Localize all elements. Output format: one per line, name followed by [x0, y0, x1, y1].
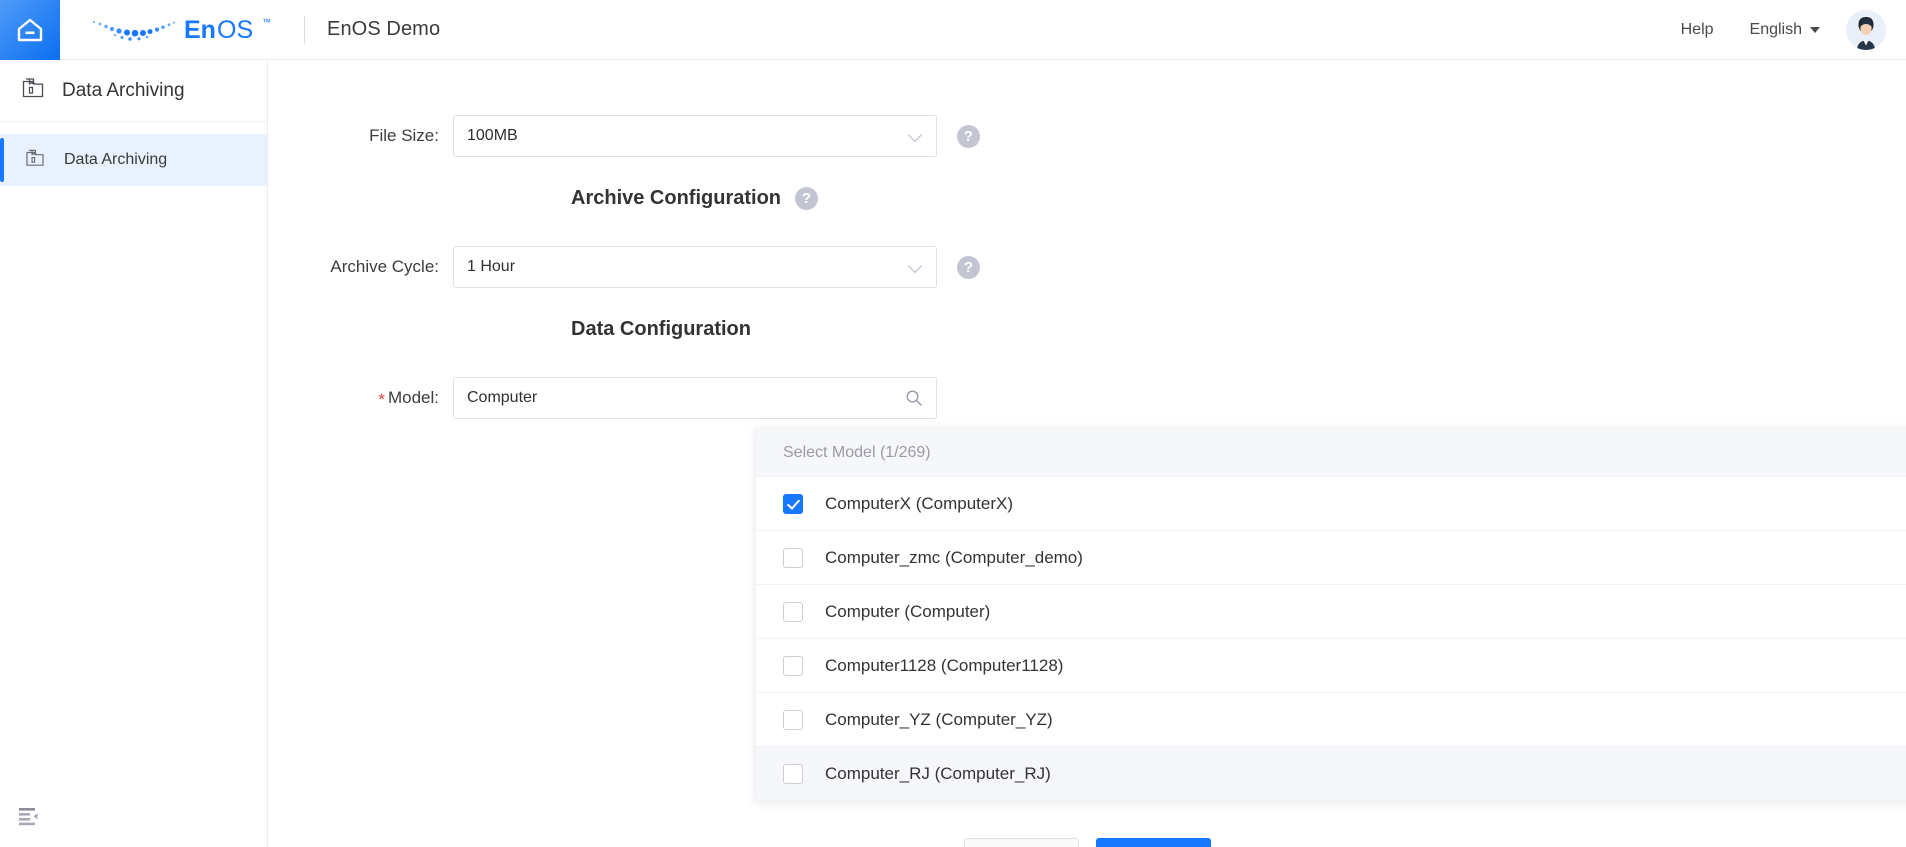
- list-item[interactable]: Computer_zmc (Computer_demo): [756, 530, 1906, 584]
- list-item-label: Computer (Computer): [825, 601, 991, 621]
- top-header: En OS ™ EnOS Demo Help English: [0, 0, 1906, 60]
- model-search-input[interactable]: Computer: [453, 377, 937, 419]
- chevron-down-icon: [1810, 26, 1820, 33]
- cancel-button[interactable]: Cancel: [963, 838, 1079, 847]
- list-item-label: Computer1128 (Computer1128): [825, 655, 1064, 675]
- dropdown-list: ComputerX (ComputerX) Computer_zmc (Comp…: [756, 476, 1906, 800]
- sidebar-header-label: Data Archiving: [62, 79, 185, 101]
- archive-cycle-row: Archive Cycle: 1 Hour ?: [268, 246, 980, 288]
- dropdown-header-label: Select Model (1/269): [756, 429, 1906, 476]
- list-item-label: ComputerX (ComputerX): [825, 493, 1014, 513]
- data-configuration-section-title: Data Configuration: [571, 318, 751, 341]
- sidebar-item-label: Data Archiving: [64, 151, 168, 168]
- model-row: * Model: Computer: [268, 377, 937, 419]
- model-dropdown-panel: Select Model (1/269) ComputerX (Computer…: [755, 428, 1906, 801]
- header-right-group: Help English: [1663, 9, 1906, 50]
- svg-text:En: En: [184, 16, 216, 44]
- help-link[interactable]: Help: [1663, 21, 1732, 39]
- archive-icon: [24, 147, 46, 174]
- file-size-value: 100MB: [467, 127, 518, 144]
- list-item[interactable]: Computer_YZ (Computer_YZ): [756, 692, 1906, 746]
- svg-text:OS: OS: [217, 16, 253, 44]
- list-item[interactable]: Computer (Computer): [756, 584, 1906, 638]
- checkbox-icon[interactable]: [783, 655, 803, 676]
- section-title-text: Archive Configuration: [571, 187, 782, 209]
- file-size-label: File Size:: [369, 126, 439, 145]
- language-selector[interactable]: English: [1732, 21, 1830, 39]
- checkbox-icon[interactable]: [783, 763, 803, 784]
- file-size-row: File Size: 100MB ?: [268, 115, 980, 157]
- checkbox-icon[interactable]: [783, 547, 803, 568]
- required-marker: *: [378, 390, 385, 409]
- archive-configuration-section-title: Archive Configuration ?: [571, 187, 819, 210]
- home-button[interactable]: [0, 0, 60, 60]
- brand-area[interactable]: En OS ™ EnOS Demo: [82, 10, 440, 50]
- search-icon: [905, 389, 923, 407]
- list-item-label: Computer_zmc (Computer_demo): [825, 547, 1083, 567]
- enos-logo-icon: En OS ™: [82, 10, 282, 50]
- model-label-text: Model:: [387, 388, 439, 407]
- list-item-label: Computer_YZ (Computer_YZ): [825, 709, 1053, 729]
- model-search-value: Computer: [467, 389, 538, 406]
- sidebar-header[interactable]: Data Archiving: [0, 60, 267, 122]
- sidebar: Data Archiving Data Archiving: [0, 60, 268, 847]
- archive-icon: [20, 75, 46, 106]
- avatar[interactable]: [1846, 9, 1886, 50]
- model-label: * Model:: [268, 388, 453, 408]
- chevron-down-icon: [909, 129, 923, 143]
- help-icon[interactable]: ?: [957, 124, 980, 148]
- chevron-down-icon: [909, 260, 923, 274]
- svg-text:™: ™: [262, 17, 271, 27]
- list-item-label: Computer_RJ (Computer_RJ): [825, 763, 1051, 783]
- header-divider: [304, 15, 305, 44]
- collapse-sidebar-icon[interactable]: [18, 806, 40, 831]
- sidebar-item-data-archiving[interactable]: Data Archiving: [0, 134, 267, 186]
- checkbox-checked-icon[interactable]: [783, 493, 803, 514]
- list-item[interactable]: Computer_RJ (Computer_RJ): [756, 746, 1906, 800]
- file-size-select[interactable]: 100MB: [453, 115, 937, 157]
- app-title: EnOS Demo: [327, 18, 441, 40]
- home-icon: [15, 16, 45, 44]
- help-icon[interactable]: ?: [795, 187, 819, 210]
- list-item[interactable]: ComputerX (ComputerX): [756, 476, 1906, 530]
- archive-cycle-select[interactable]: 1 Hour: [453, 246, 937, 288]
- checkbox-icon[interactable]: [783, 709, 803, 730]
- help-icon[interactable]: ?: [957, 255, 980, 279]
- archive-cycle-value: 1 Hour: [467, 258, 516, 275]
- language-label: English: [1749, 20, 1802, 38]
- checkbox-icon[interactable]: [783, 601, 803, 622]
- dialog-footer: Cancel OK: [268, 838, 1906, 847]
- archive-cycle-label: Archive Cycle:: [330, 257, 439, 276]
- ok-button[interactable]: OK: [1095, 838, 1211, 847]
- section-title-text: Data Configuration: [571, 318, 751, 340]
- list-item[interactable]: Computer1128 (Computer1128): [756, 638, 1906, 692]
- main-content: File Size: 100MB ? Archive Configuration…: [268, 60, 1906, 847]
